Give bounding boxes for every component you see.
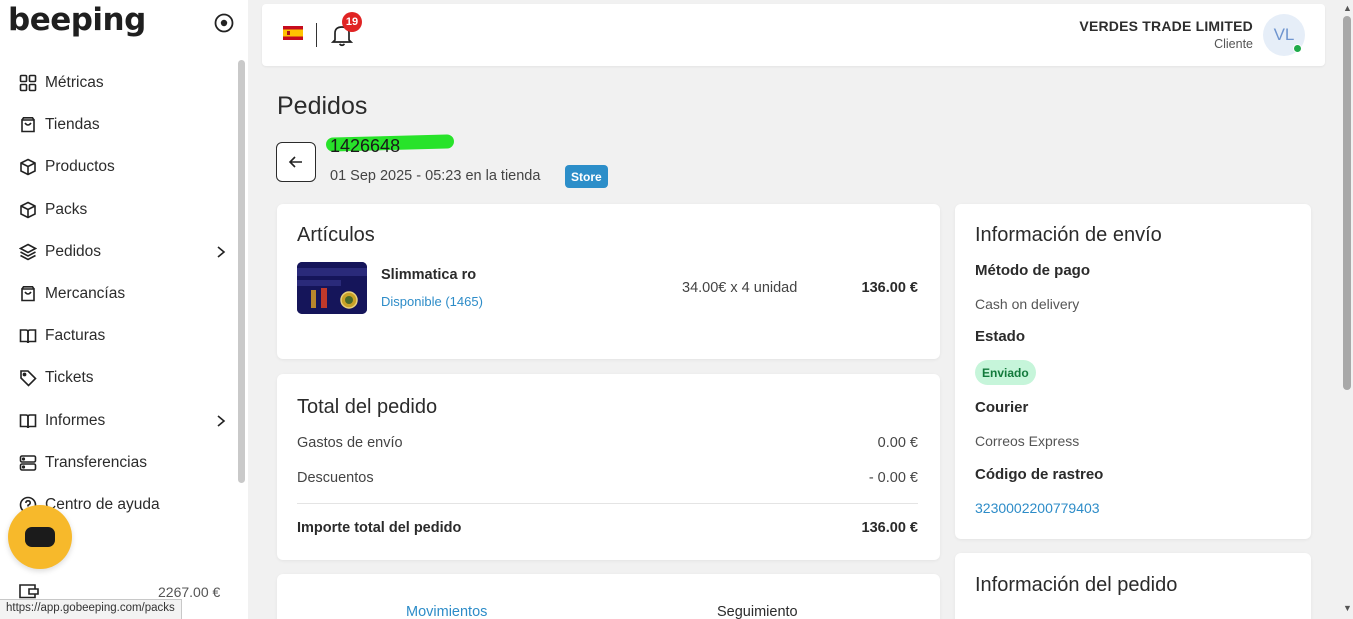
divider: [316, 23, 317, 47]
sidebar-item-label: Tickets: [45, 369, 94, 387]
wallet-balance: 2267.00 €: [158, 584, 221, 600]
sidebar-item-pedidos[interactable]: Pedidos: [0, 231, 240, 273]
sidebar-item-metricas[interactable]: Métricas: [0, 62, 240, 104]
arrow-left-icon: [288, 156, 302, 168]
tab-movimientos[interactable]: Movimientos: [406, 604, 487, 619]
product-stock-link[interactable]: Disponible (1465): [381, 294, 483, 309]
grand-total-row: Importe total del pedido 136.00 €: [297, 520, 918, 536]
discount-value: - 0.00 €: [868, 470, 918, 486]
grid-icon: [18, 74, 37, 93]
card-title: Total del pedido: [297, 396, 438, 418]
order-info-card: Información del pedido: [955, 553, 1311, 619]
sidebar-item-label: Métricas: [45, 74, 104, 92]
sidebar-item-label: Tiendas: [45, 116, 100, 134]
product-thumbnail[interactable]: [297, 262, 367, 314]
sidebar-item-label: Mercancías: [45, 285, 126, 303]
main-scrollbar[interactable]: ▲ ▼: [1341, 0, 1353, 619]
notification-count-badge[interactable]: 19: [342, 12, 362, 32]
server-icon: [18, 453, 37, 472]
card-title: Información del pedido: [975, 574, 1178, 596]
sidebar-item-label: Facturas: [45, 327, 106, 345]
company-name: VERDES TRADE LIMITED: [1079, 18, 1253, 34]
order-total-card: Total del pedido Gastos de envío 0.00 € …: [277, 374, 940, 560]
articles-card: Artículos Slimmatica ro Disponible (1465…: [277, 204, 940, 359]
box-icon: [18, 200, 37, 219]
tracking-code-label: Código de rastreo: [975, 466, 1104, 483]
store-badge: Store: [565, 165, 608, 188]
app-logo[interactable]: beeping: [8, 2, 146, 38]
back-button[interactable]: [276, 142, 316, 182]
sidebar: beeping Métricas Tiendas Productos Packs…: [0, 0, 248, 619]
sidebar-item-label: Transferencias: [45, 453, 147, 471]
payment-method-value: Cash on delivery: [975, 296, 1080, 312]
shopping-bag-icon: [18, 285, 37, 304]
order-date: 01 Sep 2025 - 05:23 en la tienda: [330, 168, 541, 184]
discount-label: Descuentos: [297, 470, 374, 486]
divider: [297, 503, 918, 504]
sidebar-item-productos[interactable]: Productos: [0, 146, 240, 188]
payment-method-label: Método de pago: [975, 262, 1090, 279]
user-role: Cliente: [1214, 37, 1253, 51]
chat-bubble-icon: [25, 527, 55, 547]
grand-total-value: 136.00 €: [861, 520, 918, 536]
spain-flag-icon[interactable]: [283, 26, 303, 40]
box-icon: [18, 158, 37, 177]
sidebar-item-label: Informes: [45, 411, 106, 429]
target-settings-icon[interactable]: [213, 12, 235, 34]
product-name[interactable]: Slimmatica ro: [381, 267, 476, 283]
tab-seguimiento[interactable]: Seguimiento: [717, 604, 798, 619]
tracking-code-link[interactable]: 3230002200779403: [975, 500, 1100, 516]
card-title: Información de envío: [975, 224, 1162, 246]
sidebar-scrollbar[interactable]: [238, 60, 245, 483]
sidebar-item-mercancias[interactable]: Mercancías: [0, 273, 240, 315]
shopping-bag-icon: [18, 116, 37, 135]
card-title: Artículos: [297, 224, 375, 246]
courier-label: Courier: [975, 399, 1029, 416]
top-bar: 19 VERDES TRADE LIMITED Cliente VL: [262, 4, 1325, 66]
chat-support-button[interactable]: [8, 505, 72, 569]
page-title: Pedidos: [277, 92, 368, 120]
sidebar-item-facturas[interactable]: Facturas: [0, 315, 240, 357]
product-line-total: 136.00 €: [861, 280, 918, 296]
scroll-down-arrow-icon[interactable]: ▼: [1343, 603, 1352, 613]
status-badge: Enviado: [975, 360, 1036, 385]
wallet-icon: [19, 584, 39, 599]
sidebar-item-label: Packs: [45, 200, 88, 218]
online-status-dot: [1293, 44, 1302, 53]
chevron-right-icon: [217, 414, 226, 427]
tag-icon: [18, 369, 37, 388]
status-label: Estado: [975, 328, 1026, 345]
shipping-cost-row: Gastos de envío 0.00 €: [297, 435, 918, 451]
shipping-cost-label: Gastos de envío: [297, 435, 403, 451]
grand-total-label: Importe total del pedido: [297, 520, 462, 536]
product-quantity-price: 34.00€ x 4 unidad: [682, 280, 798, 296]
open-book-icon: [18, 327, 37, 346]
tabs-card: Movimientos Seguimiento: [277, 574, 940, 619]
discount-row: Descuentos - 0.00 €: [297, 470, 918, 486]
scroll-up-arrow-icon[interactable]: ▲: [1343, 3, 1352, 13]
sidebar-item-label: Productos: [45, 158, 115, 176]
open-book-icon: [18, 411, 37, 430]
browser-status-url: https://app.gobeeping.com/packs: [0, 599, 182, 619]
shipping-cost-value: 0.00 €: [877, 435, 918, 451]
chevron-right-icon: [217, 246, 226, 258]
layers-icon: [18, 242, 37, 261]
scrollbar-thumb[interactable]: [1343, 16, 1351, 390]
sidebar-item-packs[interactable]: Packs: [0, 189, 240, 231]
sidebar-item-label: Centro de ayuda: [45, 495, 160, 513]
sidebar-item-tiendas[interactable]: Tiendas: [0, 104, 240, 146]
sidebar-item-informes[interactable]: Informes: [0, 400, 240, 442]
order-id: 1426648: [330, 136, 401, 156]
shipping-info-card: Información de envío Método de pago Cash…: [955, 204, 1311, 539]
sidebar-item-transferencias[interactable]: Transferencias: [0, 442, 240, 484]
sidebar-nav: Métricas Tiendas Productos Packs Pedidos: [0, 62, 240, 526]
courier-value: Correos Express: [975, 433, 1080, 449]
sidebar-item-tickets[interactable]: Tickets: [0, 357, 240, 399]
sidebar-item-label: Pedidos: [45, 242, 102, 260]
